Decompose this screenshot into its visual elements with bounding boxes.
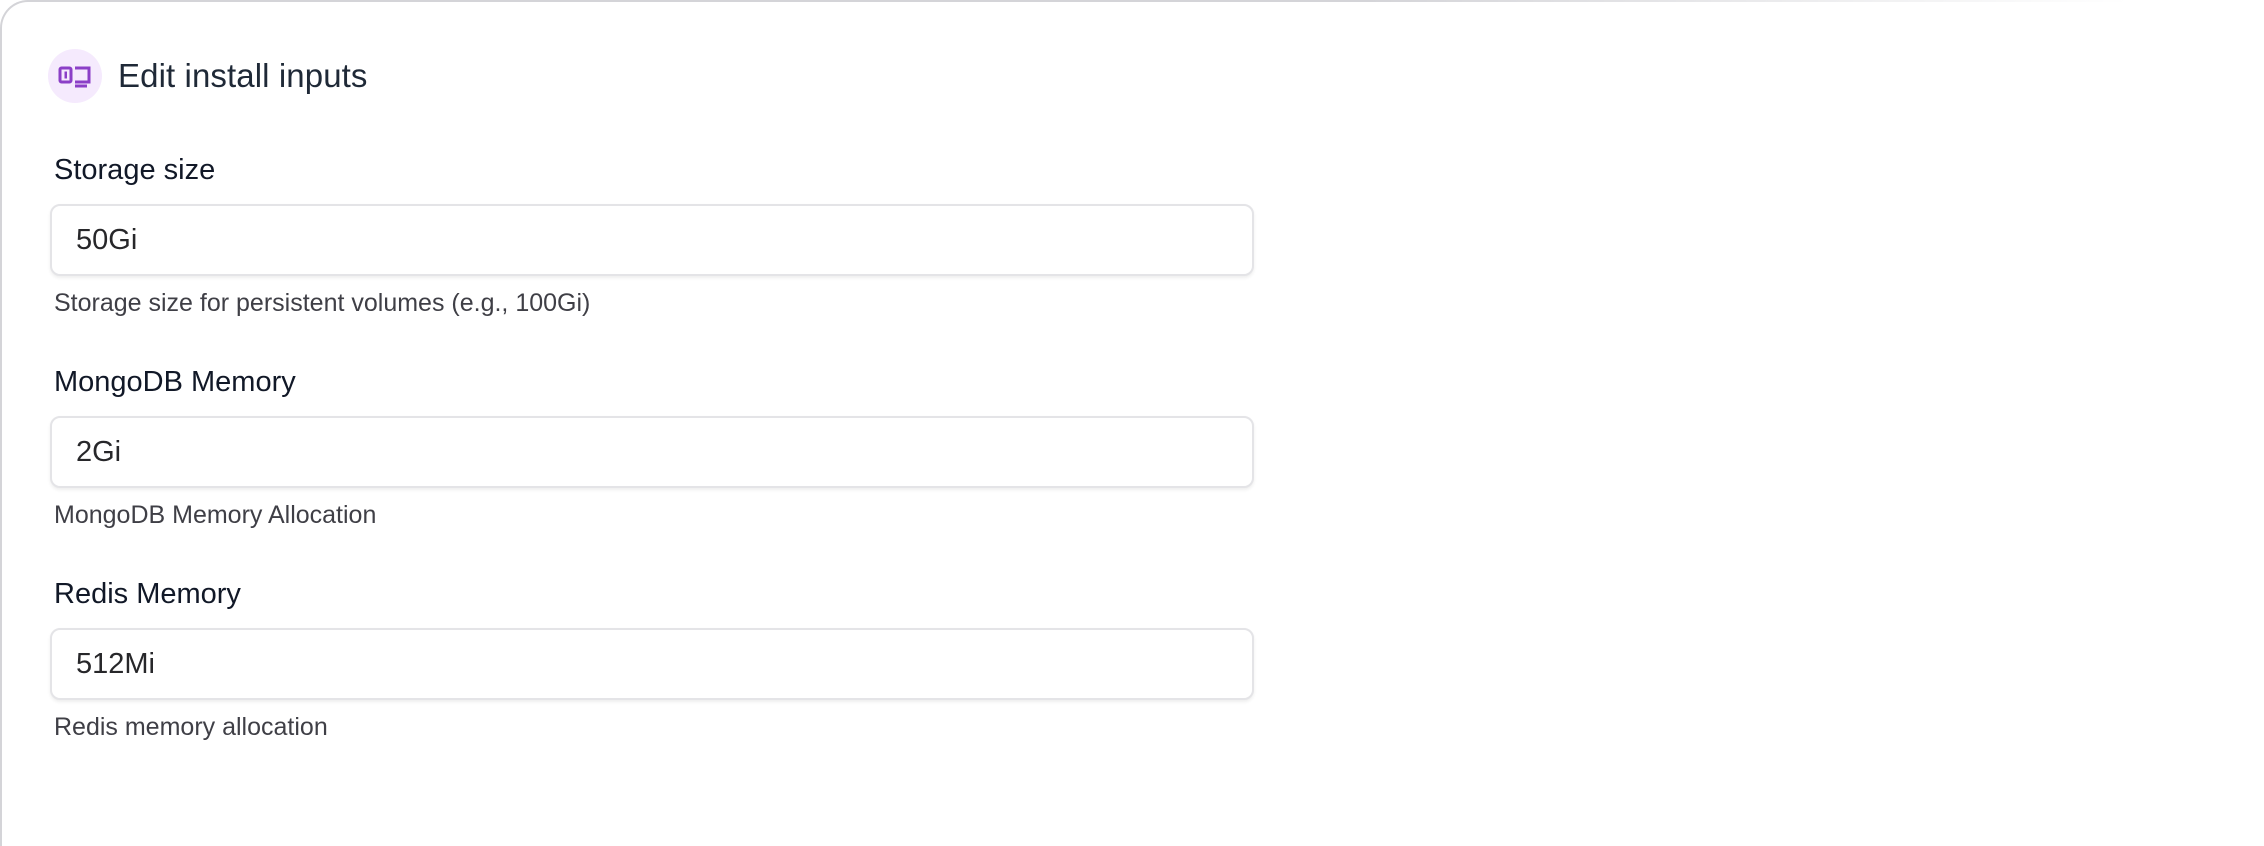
mongodb-memory-label: MongoDB Memory <box>54 366 296 398</box>
storage-size-help-text: Storage size for persistent volumes (e.g… <box>54 289 591 317</box>
field-mongodb-memory: MongoDB Memory MongoDB Memory Allocation <box>50 364 1254 530</box>
storage-size-label: Storage size <box>54 154 216 186</box>
redis-memory-label: Redis Memory <box>54 578 241 610</box>
mongodb-memory-input[interactable] <box>50 416 1254 488</box>
input-field-icon <box>48 49 102 103</box>
mongodb-memory-help-text: MongoDB Memory Allocation <box>54 501 377 529</box>
panel-border-fade <box>1364 0 2264 6</box>
redis-memory-input[interactable] <box>50 628 1254 700</box>
field-storage-size: Storage size Storage size for persistent… <box>50 152 1254 318</box>
storage-size-input[interactable] <box>50 204 1254 276</box>
install-inputs-panel: Edit install inputs Storage size Storage… <box>0 0 2264 846</box>
page-title: Edit install inputs <box>118 57 368 94</box>
panel-header: Edit install inputs <box>48 48 368 104</box>
field-redis-memory: Redis Memory Redis memory allocation <box>50 576 1254 742</box>
redis-memory-help-text: Redis memory allocation <box>54 713 328 741</box>
